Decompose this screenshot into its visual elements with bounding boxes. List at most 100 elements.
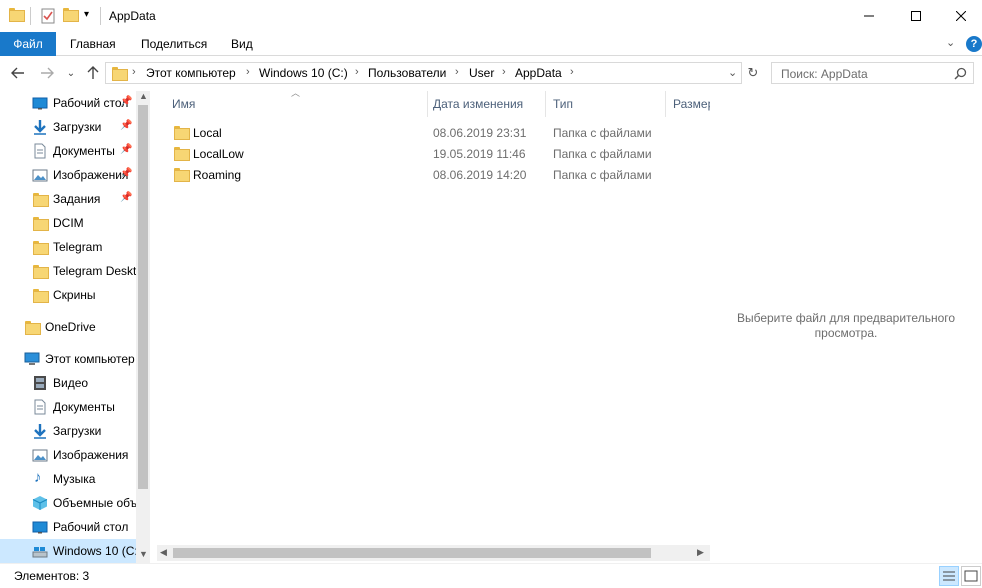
maximize-button[interactable] bbox=[893, 0, 939, 32]
details-view-button[interactable] bbox=[939, 566, 959, 586]
address-history-chevron-icon[interactable]: ⌄ bbox=[728, 66, 737, 79]
scroll-down-icon[interactable]: ▼ bbox=[139, 549, 148, 559]
explorer-window: ▾ AppData Файл Главная Поделиться Вид ⌄ … bbox=[0, 0, 982, 587]
back-button[interactable] bbox=[9, 64, 27, 82]
nav-item-onedrive[interactable]: OneDrive bbox=[0, 315, 136, 339]
search-input[interactable]: Поиск: AppData bbox=[771, 62, 974, 84]
tab-view[interactable]: Вид bbox=[221, 32, 263, 56]
nav-scrollbar-thumb[interactable] bbox=[138, 105, 148, 489]
address-bar[interactable]: › Этот компьютер › Windows 10 (C:) › Пол… bbox=[105, 62, 742, 84]
horizontal-scrollbar-thumb[interactable] bbox=[173, 548, 651, 558]
status-bar: Элементов: 3 bbox=[0, 563, 982, 587]
drive-icon bbox=[32, 547, 48, 558]
list-item[interactable]: Local 08.06.2019 23:31 Папка с файлами bbox=[163, 122, 710, 143]
nav-item-tasks[interactable]: Задания 📌 bbox=[0, 187, 136, 211]
breadcrumb-separator-icon[interactable]: › bbox=[132, 66, 136, 78]
up-button[interactable] bbox=[84, 64, 102, 82]
nav-item-pc-pictures[interactable]: Изображения bbox=[0, 443, 136, 467]
column-header-label: Тип bbox=[553, 97, 574, 111]
nav-item-3d-objects[interactable]: Объемные объекты bbox=[0, 491, 136, 515]
nav-item-music[interactable]: ♪ Музыка bbox=[0, 467, 136, 491]
minimize-icon bbox=[864, 15, 874, 17]
nav-item-pc-documents[interactable]: Документы bbox=[0, 395, 136, 419]
close-button[interactable] bbox=[938, 0, 982, 32]
nav-item-telegram[interactable]: Telegram bbox=[0, 235, 136, 259]
nav-item-documents[interactable]: Документы 📌 bbox=[0, 139, 136, 163]
folder-icon bbox=[33, 193, 49, 209]
list-horizontal-scrollbar[interactable]: ◀ ▶ bbox=[157, 545, 710, 561]
folder-icon bbox=[174, 147, 190, 162]
nav-item-pc-downloads[interactable]: Загрузки bbox=[0, 419, 136, 443]
file-type: Папка с файлами bbox=[553, 147, 652, 161]
list-item[interactable]: Roaming 08.06.2019 14:20 Папка с файлами bbox=[163, 164, 710, 185]
breadcrumb-this-pc[interactable]: Этот компьютер bbox=[146, 66, 236, 80]
expand-ribbon-chevron-icon[interactable]: ⌄ bbox=[946, 36, 955, 49]
nav-item-pictures[interactable]: Изображения 📌 bbox=[0, 163, 136, 187]
nav-item-label: Объемные объекты bbox=[53, 496, 136, 510]
nav-item-pc-desktop[interactable]: Рабочий стол bbox=[0, 515, 136, 539]
breadcrumb-separator-icon[interactable]: › bbox=[502, 66, 506, 78]
nav-item-desktop[interactable]: Рабочий стол 📌 bbox=[0, 91, 136, 115]
breadcrumb-separator-icon[interactable]: › bbox=[570, 66, 574, 78]
file-name: LocalLow bbox=[193, 147, 244, 161]
nav-item-screenshots[interactable]: Скрины bbox=[0, 283, 136, 307]
pin-icon[interactable]: 📌 bbox=[120, 192, 132, 203]
preview-message: Выберите файл для предварительного просм… bbox=[736, 311, 956, 340]
recent-locations-chevron-icon[interactable]: ⌄ bbox=[62, 64, 80, 82]
help-icon[interactable]: ? bbox=[966, 36, 982, 52]
refresh-icon[interactable]: ↻ bbox=[744, 64, 762, 82]
column-header-date[interactable]: Дата изменения bbox=[428, 91, 546, 117]
customize-toolbar-chevron-icon[interactable]: ▾ bbox=[84, 9, 89, 25]
minimize-button[interactable] bbox=[846, 0, 892, 32]
column-header-label: Размер bbox=[673, 97, 710, 111]
pin-icon[interactable]: 📌 bbox=[120, 168, 132, 179]
computer-icon bbox=[24, 352, 40, 365]
breadcrumb-drive[interactable]: Windows 10 (C:) bbox=[259, 66, 348, 80]
large-icons-view-button[interactable] bbox=[961, 566, 981, 586]
tab-home[interactable]: Главная bbox=[60, 32, 126, 56]
breadcrumb-users[interactable]: Пользователи bbox=[368, 66, 446, 80]
breadcrumb-user[interactable]: User bbox=[469, 66, 494, 80]
tab-file[interactable]: Файл bbox=[0, 32, 56, 56]
breadcrumb-appdata[interactable]: AppData bbox=[515, 66, 562, 80]
file-date: 19.05.2019 11:46 bbox=[433, 147, 526, 161]
window-title: AppData bbox=[109, 9, 156, 23]
nav-item-video[interactable]: Видео bbox=[0, 371, 136, 395]
forward-button[interactable] bbox=[38, 64, 56, 82]
download-icon bbox=[34, 120, 46, 135]
file-type: Папка с файлами bbox=[553, 168, 652, 182]
nav-item-downloads[interactable]: Загрузки 📌 bbox=[0, 115, 136, 139]
pin-icon[interactable]: 📌 bbox=[120, 144, 132, 155]
file-date: 08.06.2019 14:20 bbox=[433, 168, 527, 182]
nav-item-telegram-desktop[interactable]: Telegram Desktop bbox=[0, 259, 136, 283]
column-header-type[interactable]: Тип bbox=[546, 91, 666, 117]
folder-icon[interactable] bbox=[9, 8, 25, 24]
nav-item-label: Скрины bbox=[53, 288, 96, 302]
nav-item-dcim[interactable]: DCIM bbox=[0, 211, 136, 235]
nav-item-drive-c[interactable]: Windows 10 (C:) bbox=[0, 539, 136, 563]
location-folder-icon bbox=[112, 67, 128, 82]
address-row: ⌄ › Этот компьютер › Windows 10 (C:) › П… bbox=[0, 58, 982, 88]
scroll-right-icon[interactable]: ▶ bbox=[697, 547, 704, 558]
title-divider bbox=[100, 7, 101, 25]
pin-icon[interactable]: 📌 bbox=[120, 96, 132, 107]
breadcrumb-separator-icon[interactable]: › bbox=[455, 66, 459, 78]
nav-item-label: Telegram Desktop bbox=[53, 264, 136, 278]
pin-icon[interactable]: 📌 bbox=[120, 120, 132, 131]
nav-item-this-pc[interactable]: Этот компьютер bbox=[0, 347, 136, 371]
properties-icon[interactable] bbox=[40, 8, 56, 24]
file-name: Local bbox=[193, 126, 222, 140]
column-header-label: Дата изменения bbox=[433, 97, 524, 111]
scroll-up-icon[interactable]: ▲ bbox=[139, 91, 148, 101]
nav-scrollbar[interactable]: ▲ ▼ bbox=[136, 91, 150, 563]
breadcrumb-separator-icon[interactable]: › bbox=[355, 66, 359, 78]
column-header-size[interactable]: Размер bbox=[666, 91, 710, 117]
scroll-left-icon[interactable]: ◀ bbox=[160, 547, 167, 558]
new-folder-icon[interactable] bbox=[63, 8, 79, 24]
folder-icon bbox=[174, 126, 190, 141]
list-item[interactable]: LocalLow 19.05.2019 11:46 Папка с файлам… bbox=[163, 143, 710, 164]
breadcrumb-separator-icon[interactable]: › bbox=[246, 66, 250, 78]
tab-share[interactable]: Поделиться bbox=[131, 32, 217, 56]
file-name: Roaming bbox=[193, 168, 242, 182]
column-header-name[interactable]: Имя bbox=[163, 91, 428, 117]
